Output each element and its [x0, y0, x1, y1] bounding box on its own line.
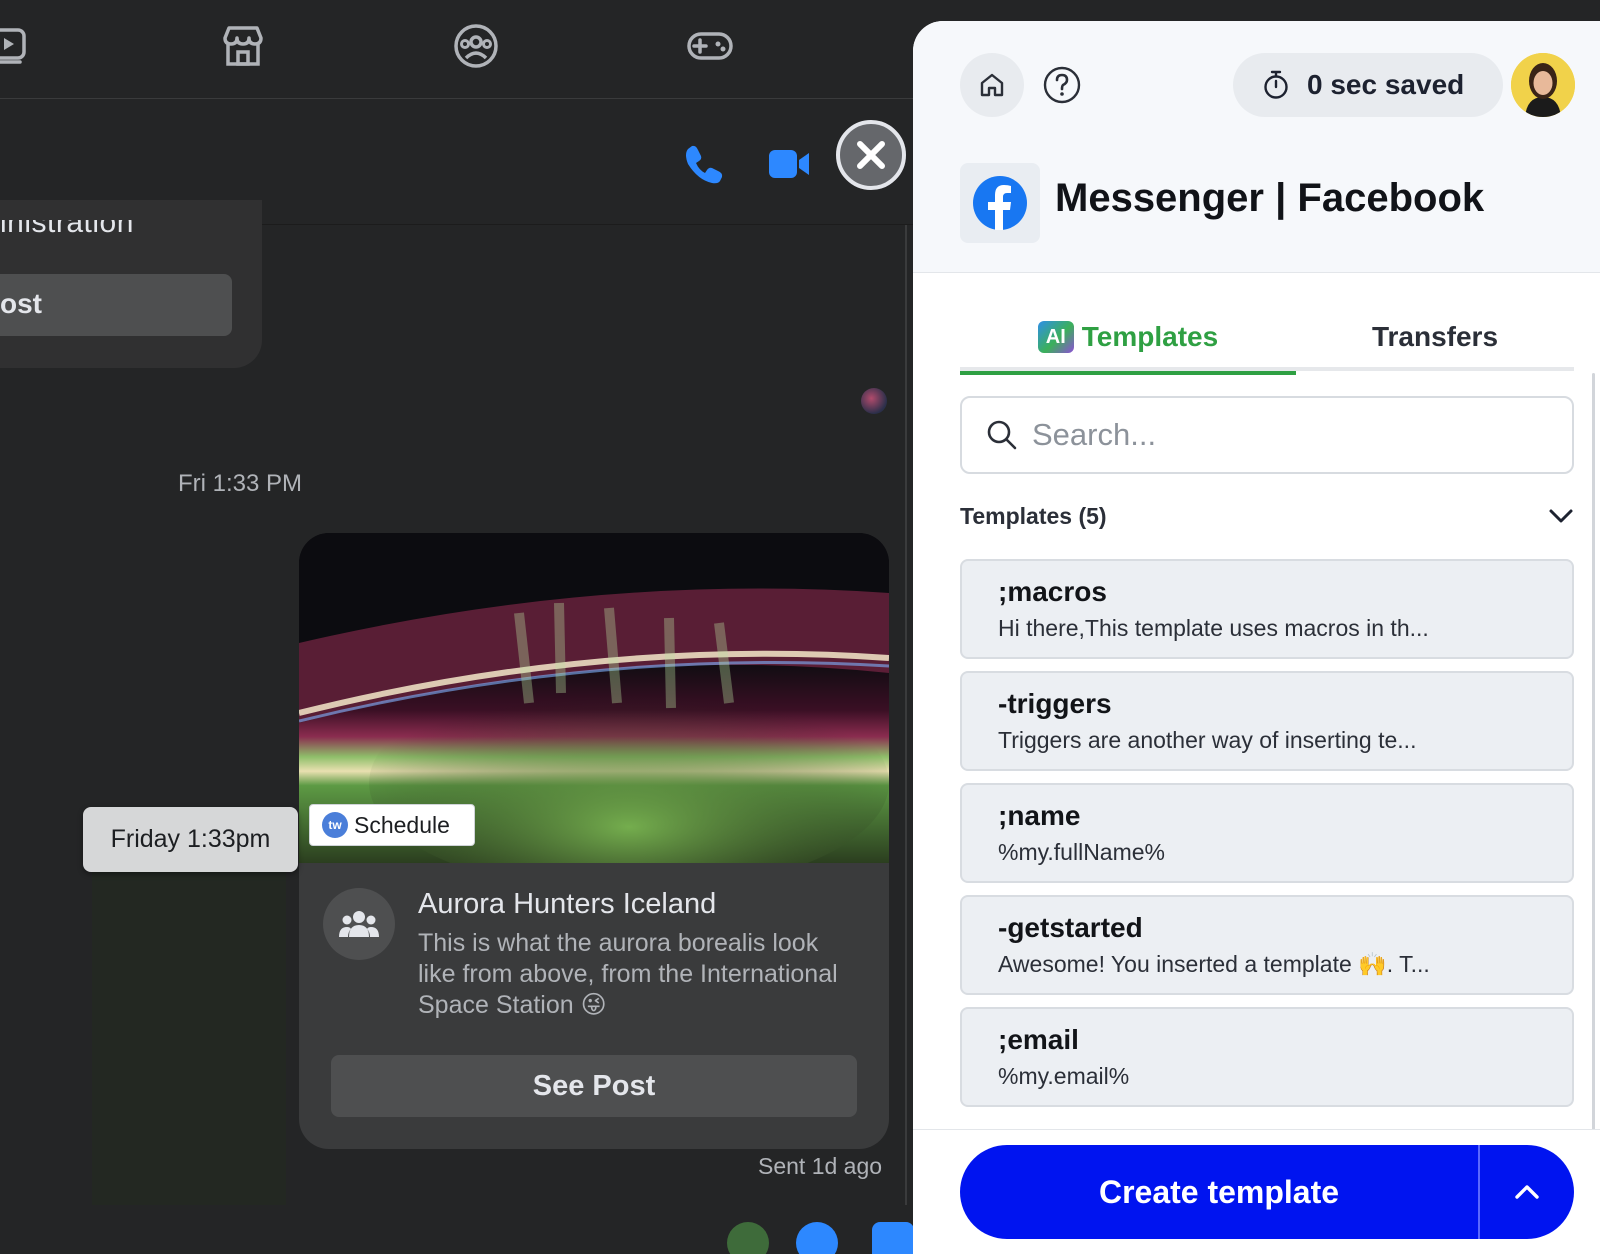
like-icon[interactable]	[872, 1222, 914, 1254]
home-button[interactable]	[960, 53, 1024, 117]
message-timestamp: Fri 1:33 PM	[178, 470, 303, 497]
post-group-name[interactable]: Aurora Hunters Iceland	[418, 888, 716, 921]
panel-header: 0 sec saved Messenger | Facebook	[913, 21, 1600, 273]
previous-card-button[interactable]: ost	[0, 274, 232, 336]
video-call-icon[interactable]	[767, 142, 811, 186]
search-icon	[987, 420, 1017, 450]
user-avatar[interactable]	[1511, 53, 1575, 117]
template-search[interactable]	[960, 396, 1574, 474]
stopwatch-icon	[1264, 70, 1288, 99]
template-preview: %my.email%	[998, 1063, 1130, 1089]
close-icon	[857, 141, 885, 169]
time-saved-indicator[interactable]: 0 sec saved	[1233, 53, 1503, 117]
schedule-logo-icon: tw	[322, 812, 348, 838]
schedule-label: Schedule	[354, 811, 450, 838]
facebook-logo	[960, 163, 1040, 243]
app-title: Messenger | Facebook	[1055, 176, 1485, 220]
template-preview: Hi there,This template uses macros in th…	[998, 615, 1429, 641]
seen-avatar	[861, 388, 887, 414]
templates-section-header[interactable]: Templates (5)	[960, 503, 1574, 543]
previous-card-button-label: ost	[0, 288, 42, 319]
template-preview: Triggers are another way of inserting te…	[998, 727, 1417, 753]
groups-icon[interactable]	[452, 22, 500, 70]
template-item[interactable]: ;email %my.email%	[960, 1007, 1574, 1107]
template-shortcut: ;email	[998, 1024, 1079, 1055]
template-extension-panel: 0 sec saved Messenger | Facebook AI Temp…	[913, 21, 1600, 1254]
panel-tabs: AI Templates Transfers	[960, 303, 1574, 375]
facebook-icon	[973, 176, 1027, 230]
home-icon	[980, 73, 1004, 97]
template-preview: Awesome! You inserted a template 🙌. T...	[998, 951, 1430, 977]
template-preview: %my.fullName%	[998, 839, 1165, 865]
post-description: This is what the aurora borealis look li…	[418, 929, 838, 1019]
search-input[interactable]	[1032, 417, 1552, 453]
template-list: ;macros Hi there,This template uses macr…	[960, 559, 1574, 1119]
template-shortcut: -triggers	[998, 688, 1112, 719]
chevron-down-icon[interactable]	[1548, 507, 1574, 525]
hover-highlight	[92, 872, 286, 1206]
watch-icon[interactable]	[0, 22, 32, 70]
tab-templates-label: Templates	[1081, 321, 1219, 352]
template-item[interactable]: ;macros Hi there,This template uses macr…	[960, 559, 1574, 659]
help-icon	[1043, 66, 1081, 104]
template-shortcut: -getstarted	[998, 912, 1143, 943]
template-item[interactable]: -getstarted Awesome! You inserted a temp…	[960, 895, 1574, 995]
template-list-scrollbar[interactable]	[1592, 373, 1595, 1143]
template-shortcut: ;name	[998, 800, 1081, 831]
chevron-up-icon	[1515, 1185, 1539, 1199]
template-item[interactable]: ;name %my.fullName%	[960, 783, 1574, 883]
create-template-button[interactable]: Create template	[960, 1145, 1480, 1239]
tab-transfers-label: Transfers	[1371, 321, 1499, 352]
gaming-icon[interactable]	[686, 22, 734, 70]
ai-badge-icon: AI	[1037, 321, 1074, 353]
template-item[interactable]: -triggers Triggers are another way of in…	[960, 671, 1574, 771]
create-template-options-button[interactable]	[1480, 1145, 1574, 1239]
conversation-scrollbar[interactable]	[905, 225, 913, 1205]
templates-section-label: Templates (5)	[960, 503, 1107, 529]
template-shortcut: ;macros	[998, 576, 1107, 607]
tab-transfers[interactable]: Transfers	[1296, 303, 1574, 371]
create-template-button-group: Create template	[960, 1145, 1574, 1239]
tab-templates[interactable]: AI Templates	[960, 303, 1296, 375]
composer-bar	[0, 1205, 913, 1254]
close-overlay-button[interactable]	[836, 120, 906, 190]
time-saved-label: 0 sec saved	[1307, 69, 1465, 100]
sent-status: Sent 1d ago	[758, 1153, 883, 1179]
audio-call-icon[interactable]	[682, 142, 726, 186]
marketplace-icon[interactable]	[219, 22, 267, 70]
see-post-button[interactable]: See Post	[331, 1055, 857, 1117]
timestamp-tooltip: Friday 1:33pm	[83, 807, 298, 872]
help-button[interactable]	[1030, 53, 1094, 117]
schedule-badge[interactable]: tw Schedule	[309, 804, 475, 846]
group-people-icon	[323, 888, 395, 960]
